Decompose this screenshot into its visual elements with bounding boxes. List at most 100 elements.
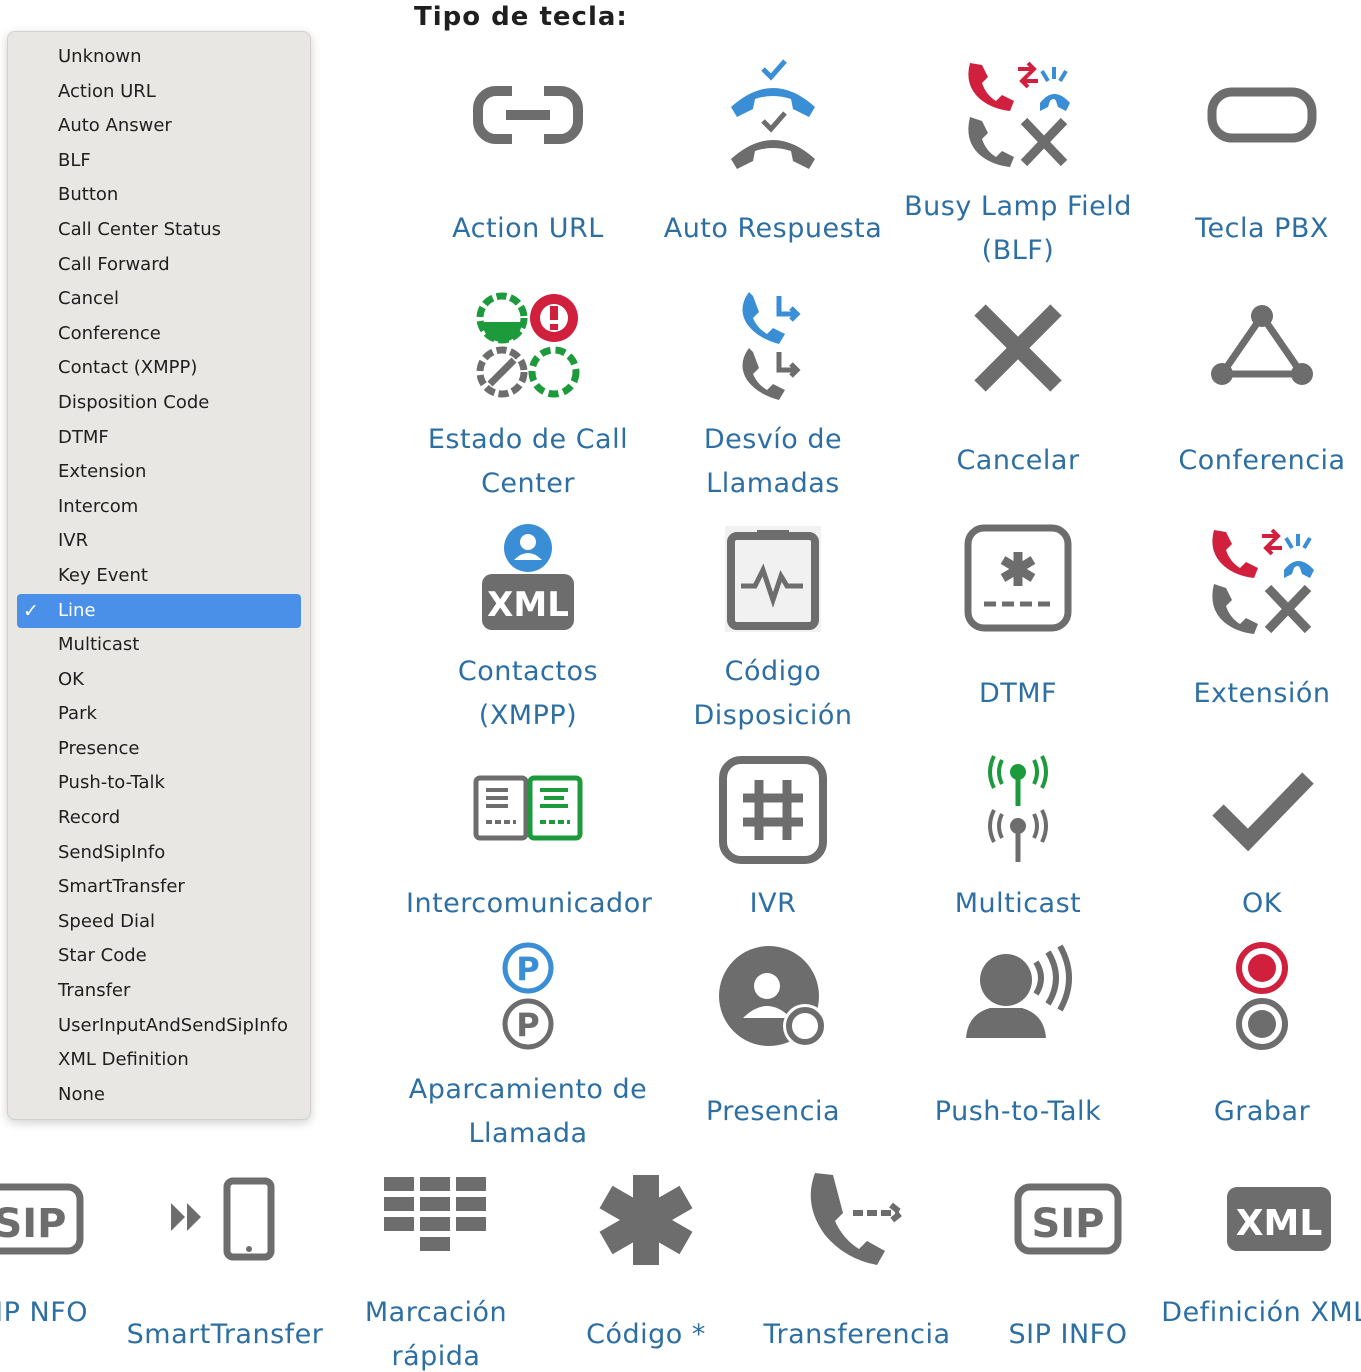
pbx-key-icon bbox=[1202, 55, 1322, 175]
key-type-label: Presencia bbox=[705, 1096, 841, 1127]
menu-item-auto-answer[interactable]: Auto Answer bbox=[17, 109, 301, 144]
record-icon bbox=[1202, 942, 1322, 1062]
menu-item-sendsipinfo[interactable]: SendSipInfo bbox=[17, 836, 301, 871]
menu-item-line[interactable]: ✓ Line bbox=[17, 593, 301, 629]
key-type-label: Push-to-Talk bbox=[934, 1096, 1102, 1127]
push-to-talk-icon bbox=[958, 942, 1078, 1062]
menu-item-transfer[interactable]: Transfer bbox=[17, 974, 301, 1009]
key-type-label: Aparcamiento de Llamada bbox=[408, 1074, 648, 1149]
key-type-presence: Presencia bbox=[651, 942, 895, 1157]
speed-dial-keypad-icon bbox=[376, 1165, 496, 1285]
key-type-label: Multicast bbox=[954, 888, 1082, 919]
cancel-icon bbox=[958, 288, 1078, 408]
call-forward-icon bbox=[713, 288, 833, 408]
auto-answer-icon bbox=[713, 55, 833, 175]
park-letter: P bbox=[516, 950, 539, 988]
menu-item-call-center-status[interactable]: Call Center Status bbox=[17, 213, 301, 248]
key-type-smarttransfer: SmartTransfer bbox=[105, 1165, 345, 1372]
key-type-call-forward: Desvío de Llamadas bbox=[651, 288, 895, 508]
key-type-ivr: IVR bbox=[651, 752, 895, 932]
key-type-label: Definición XML bbox=[1161, 1297, 1361, 1328]
smart-transfer-icon bbox=[165, 1165, 285, 1285]
key-type-label: SIP INFO bbox=[1008, 1319, 1128, 1350]
key-type-multicast: Multicast bbox=[896, 752, 1140, 932]
multicast-antenna-icon bbox=[958, 752, 1078, 872]
menu-item-button[interactable]: Button bbox=[17, 178, 301, 213]
key-type-star-code: Código * bbox=[526, 1165, 766, 1372]
xml-text: XML bbox=[1236, 1203, 1323, 1244]
key-type-label: Busy Lamp Field (BLF) bbox=[904, 191, 1132, 266]
key-type-xml-definition: XML Definición XML bbox=[1159, 1165, 1361, 1372]
menu-item-star-code[interactable]: Star Code bbox=[17, 939, 301, 974]
key-type-label: SmartTransfer bbox=[126, 1319, 324, 1350]
sip-icon: SIP bbox=[0, 1165, 90, 1285]
menu-item-multicast[interactable]: Multicast bbox=[17, 628, 301, 663]
extension-icon bbox=[1202, 522, 1322, 642]
menu-item-smarttransfer[interactable]: SmartTransfer bbox=[17, 870, 301, 905]
key-type-dtmf: DTMF bbox=[896, 522, 1140, 742]
xml-text: XML bbox=[487, 585, 569, 625]
menu-item-disposition-code[interactable]: Disposition Code bbox=[17, 386, 301, 421]
menu-item-key-event[interactable]: Key Event bbox=[17, 559, 301, 594]
menu-item-action-url[interactable]: Action URL bbox=[17, 75, 301, 110]
intercom-icon bbox=[468, 752, 588, 872]
disposition-code-icon bbox=[713, 522, 833, 642]
sip-text: SIP bbox=[1031, 1201, 1104, 1247]
menu-item-blf[interactable]: BLF bbox=[17, 144, 301, 179]
menu-item-ok[interactable]: OK bbox=[17, 663, 301, 698]
menu-item-presence[interactable]: Presence bbox=[17, 732, 301, 767]
key-type-label: Auto Respuesta bbox=[663, 213, 883, 244]
menu-item-contact-xmpp[interactable]: Contact (XMPP) bbox=[17, 351, 301, 386]
key-type-ok: OK bbox=[1140, 752, 1361, 932]
dtmf-keypad-icon bbox=[958, 522, 1078, 642]
key-type-label: Intercomunicador bbox=[406, 888, 653, 919]
key-type-record: Grabar bbox=[1140, 942, 1361, 1157]
menu-item-park[interactable]: Park bbox=[17, 697, 301, 732]
menu-item-record[interactable]: Record bbox=[17, 801, 301, 836]
key-type-auto-answer: Auto Respuesta bbox=[651, 55, 895, 270]
menu-item-userinputandsendsipinfo[interactable]: UserInputAndSendSipInfo bbox=[17, 1009, 301, 1044]
key-type-blf: Busy Lamp Field (BLF) bbox=[896, 55, 1140, 270]
menu-item-cancel[interactable]: Cancel bbox=[17, 282, 301, 317]
busy-lamp-field-icon bbox=[958, 55, 1078, 175]
presence-icon bbox=[713, 942, 833, 1062]
menu-item-extension[interactable]: Extension bbox=[17, 455, 301, 490]
key-type-label: DTMF bbox=[978, 678, 1058, 709]
key-type-label: Código * bbox=[586, 1319, 706, 1350]
key-type-intercom: Intercomunicador bbox=[406, 752, 653, 932]
key-type-label: Contactos (XMPP) bbox=[457, 656, 599, 731]
menu-item-intercom[interactable]: Intercom bbox=[17, 490, 301, 525]
key-type-disposition-code: Código Disposición bbox=[651, 522, 895, 742]
hash-icon bbox=[713, 752, 833, 872]
key-type-dropdown[interactable]: Unknown Action URL Auto Answer BLF Butto… bbox=[7, 31, 311, 1120]
key-type-action-url: Action URL bbox=[406, 55, 650, 270]
menu-item-conference[interactable]: Conference bbox=[17, 317, 301, 352]
menu-item-ivr[interactable]: IVR bbox=[17, 524, 301, 559]
key-type-transfer: Transferencia bbox=[737, 1165, 977, 1372]
menu-item-call-forward[interactable]: Call Forward bbox=[17, 248, 301, 283]
park-icon: P P bbox=[468, 942, 588, 1062]
menu-item-push-to-talk[interactable]: Push-to-Talk bbox=[17, 766, 301, 801]
key-type-label: Estado de Call Center bbox=[427, 424, 629, 499]
sip-text: SIP bbox=[0, 1201, 67, 1247]
asterisk-icon bbox=[586, 1165, 706, 1285]
key-type-label: Conferencia bbox=[1178, 445, 1346, 476]
key-type-label: Grabar bbox=[1213, 1096, 1311, 1127]
key-type-label: OK bbox=[1242, 888, 1282, 919]
key-type-label: Transferencia bbox=[763, 1319, 951, 1350]
menu-item-dtmf[interactable]: DTMF bbox=[17, 421, 301, 456]
key-type-sip-info: SIP SIP INFO bbox=[948, 1165, 1188, 1372]
key-type-label: Cancelar bbox=[956, 445, 1080, 476]
sip-icon: SIP bbox=[1008, 1165, 1128, 1285]
menu-item-unknown[interactable]: Unknown bbox=[17, 40, 301, 75]
key-type-pbx: Tecla PBX bbox=[1140, 55, 1361, 270]
key-type-conference: Conferencia bbox=[1140, 288, 1361, 508]
key-type-label: Action URL bbox=[452, 213, 604, 244]
conference-icon bbox=[1202, 288, 1322, 408]
xml-contact-icon: XML bbox=[468, 522, 588, 642]
park-letter: P bbox=[516, 1006, 539, 1044]
menu-item-speed-dial[interactable]: Speed Dial bbox=[17, 905, 301, 940]
key-type-label: Código Disposición bbox=[693, 656, 853, 731]
menu-item-none[interactable]: None bbox=[17, 1078, 301, 1113]
menu-item-xml-definition[interactable]: XML Definition bbox=[17, 1043, 301, 1078]
